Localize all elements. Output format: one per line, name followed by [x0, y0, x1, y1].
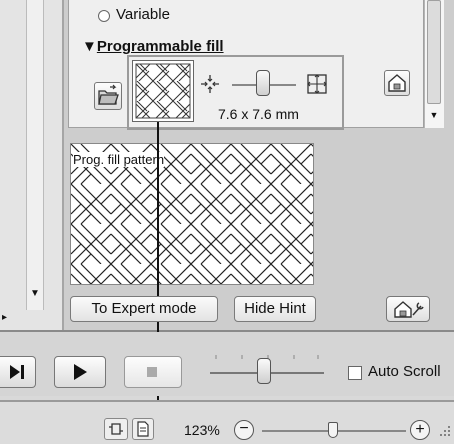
hide-hint-button[interactable]: Hide Hint	[234, 296, 316, 322]
house-icon	[388, 74, 406, 92]
expert-mode-button[interactable]: To Expert mode	[70, 296, 218, 322]
pattern-preview: Prog. fill pattern	[70, 143, 314, 285]
speed-slider-ticks	[212, 348, 322, 359]
zoom-out-button[interactable]: −	[234, 420, 254, 440]
page-icon	[137, 421, 149, 437]
status-view-button[interactable]	[104, 418, 128, 440]
collapse-triangle-icon: ▼	[82, 38, 97, 55]
stop-button[interactable]	[124, 356, 182, 388]
house-wrench-icon	[394, 301, 424, 318]
status-page-button[interactable]	[132, 418, 154, 440]
zoom-level: 123%	[184, 422, 220, 438]
skip-end-icon	[10, 365, 24, 379]
scroll-down-arrow-icon[interactable]: ▼	[428, 110, 440, 122]
scroll-down-arrow-icon[interactable]: ▼	[29, 288, 41, 300]
folder-icon	[98, 84, 119, 105]
zoom-in-button[interactable]: +	[410, 420, 430, 440]
size-slider-thumb[interactable]	[256, 70, 270, 96]
variable-radio-label: Variable	[116, 6, 170, 23]
home-button[interactable]	[384, 70, 410, 96]
weave-pattern-thumbnail	[135, 63, 191, 119]
open-folder-button[interactable]	[94, 82, 122, 110]
pattern-thumbnail-button[interactable]	[132, 60, 194, 122]
side-marker-icon: ▸	[2, 312, 8, 323]
play-button[interactable]	[54, 356, 106, 388]
status-bar	[0, 400, 454, 444]
skip-end-button[interactable]	[0, 356, 36, 388]
left-pane-scrollbar[interactable]	[26, 0, 44, 310]
auto-scroll-label: Auto Scroll	[368, 363, 441, 380]
resize-grip-icon[interactable]	[438, 424, 452, 438]
enlarge-icon[interactable]	[305, 72, 329, 96]
stop-icon	[147, 367, 157, 377]
shrink-icon[interactable]	[200, 74, 220, 94]
variable-radio[interactable]	[98, 10, 110, 22]
panel-scrollbar-thumb[interactable]	[427, 0, 441, 104]
minus-icon: −	[239, 420, 249, 437]
pattern-size-label: 7.6 x 7.6 mm	[218, 106, 299, 122]
plus-icon: +	[415, 421, 425, 438]
home-settings-button[interactable]	[386, 296, 430, 322]
preview-caption: Prog. fill pattern	[73, 152, 165, 167]
section-title[interactable]: ▼Programmable fill	[82, 38, 224, 55]
view-mode-icon	[109, 423, 123, 435]
section-title-text: Programmable fill	[96, 38, 224, 55]
speed-slider-thumb[interactable]	[257, 358, 271, 384]
auto-scroll-checkbox[interactable]	[348, 366, 362, 380]
play-icon	[74, 364, 87, 380]
zoom-slider-thumb[interactable]	[328, 422, 338, 438]
